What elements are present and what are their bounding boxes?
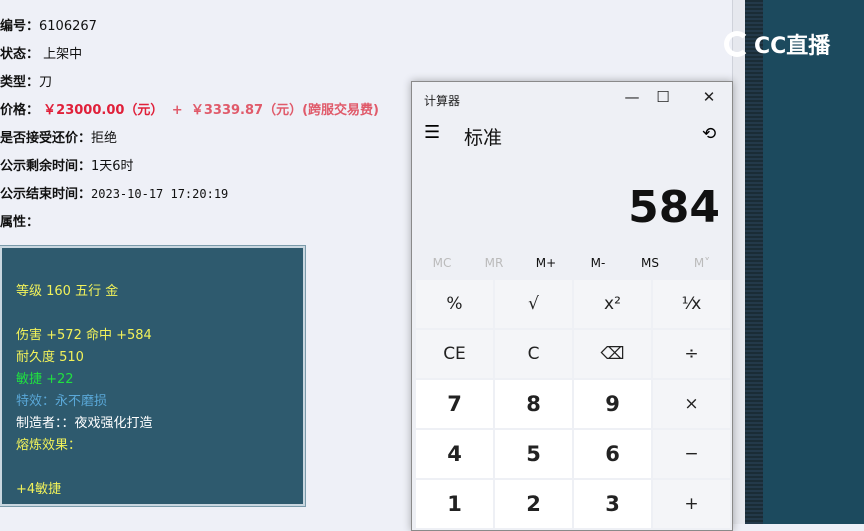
key-button[interactable]: 5 [495,430,572,478]
id-label: 编号： [0,19,40,34]
status-value: 上架中 [43,47,83,62]
memory-mr-button[interactable]: MR [468,256,520,270]
id-value: 6106267 [39,19,97,34]
key-button[interactable]: 2 [495,480,572,528]
remaining-label: 公示剩余时间： [0,159,92,174]
key-button[interactable]: + [653,480,730,528]
calculator-window: 计算器 — ☐ ✕ ☰ 标准 ⟲ 584 MC MR M+ M- MS M˅% √ x² ¹⁄x… [411,81,733,531]
attr-damage: 伤害 +572 命中 +584 [16,328,152,343]
minimize-button[interactable]: — [617,88,647,106]
price-value: ￥23000.00（元） [43,103,164,118]
key-button[interactable]: 4 [416,430,493,478]
key-button[interactable]: 9 [574,380,651,428]
history-icon[interactable]: ⟲ [702,124,716,144]
fee-value: ￥3339.87（元）(跨服交易费) [190,103,379,118]
maximize-button[interactable]: ☐ [648,88,678,106]
attr-agility: 敏捷 +22 [16,372,74,387]
type-value: 刀 [39,75,53,90]
key-button[interactable]: 7 [416,380,493,428]
attr-label: 属性： [0,215,40,230]
key-button[interactable]: 8 [495,380,572,428]
key-button[interactable]: × [653,380,730,428]
cc-live-logo: CC直播 [724,28,830,60]
key-button[interactable]: ÷ [653,330,730,378]
logo-text: CC直播 [754,34,831,59]
bargain-value: 拒绝 [91,131,118,146]
key-button[interactable]: % [416,280,493,328]
key-button[interactable]: x² [574,280,651,328]
key-button[interactable]: ¹⁄x [653,280,730,328]
memory-m-minus-button[interactable]: M- [572,256,624,270]
status-label: 状态： [0,47,40,62]
memory-ms-button[interactable]: MS [624,256,676,270]
logo-icon [724,31,750,57]
mode-title: 标准 [464,127,503,149]
id-row: 编号：6106267 [0,15,97,34]
key-button[interactable]: ⌫ [574,330,651,378]
attr-effect: 特效：永不磨损 [16,394,108,409]
window-title: 计算器 [424,94,461,108]
attr-refine-value: +4敏捷 [16,482,62,497]
end-label: 公示结束时间： [0,187,92,202]
type-label: 类型： [0,75,40,90]
key-button[interactable]: − [653,430,730,478]
memory-mc-button[interactable]: MC [416,256,468,270]
attr-refine: 熔炼效果： [16,438,82,453]
type-row: 类型：刀 [0,71,52,90]
bargain-row: 是否接受还价：拒绝 [0,127,117,146]
status-row: 状态： 上架中 [0,43,82,62]
attr-level: 等级 160 五行 金 [16,284,119,299]
calculator-display: 584 [628,182,720,233]
stream-sidebar [763,0,864,524]
key-button[interactable]: √ [495,280,572,328]
key-button[interactable]: C [495,330,572,378]
attr-row: 属性： [0,211,39,230]
attributes-panel: 等级 160 五行 金 伤害 +572 命中 +584 耐久度 510 敏捷 +… [0,245,306,507]
close-button[interactable]: ✕ [694,88,724,106]
plus-sign: + [171,103,183,118]
key-button[interactable]: 3 [574,480,651,528]
key-button[interactable]: 6 [574,430,651,478]
remaining-value: 1天6时 [91,159,134,174]
end-row: 公示结束时间：2023-10-17 17:20:19 [0,183,228,202]
price-label: 价格： [0,103,40,118]
attr-maker: 制造者：：夜戏强化打造 [16,416,153,431]
menu-icon[interactable]: ☰ [424,122,440,143]
memory-m-list-button[interactable]: M˅ [676,256,728,270]
memory-m-plus-button[interactable]: M+ [520,256,572,270]
bargain-label: 是否接受还价： [0,131,92,146]
attr-durability: 耐久度 510 [16,350,84,365]
key-button[interactable]: CE [416,330,493,378]
price-row: 价格： ￥23000.00（元） + ￥3339.87（元）(跨服交易费) [0,99,379,118]
end-value: 2023-10-17 17:20:19 [91,187,229,201]
side-stripe [745,0,763,524]
key-button[interactable]: 1 [416,480,493,528]
remaining-row: 公示剩余时间：1天6时 [0,155,134,174]
page-scrollbar[interactable] [732,0,745,524]
